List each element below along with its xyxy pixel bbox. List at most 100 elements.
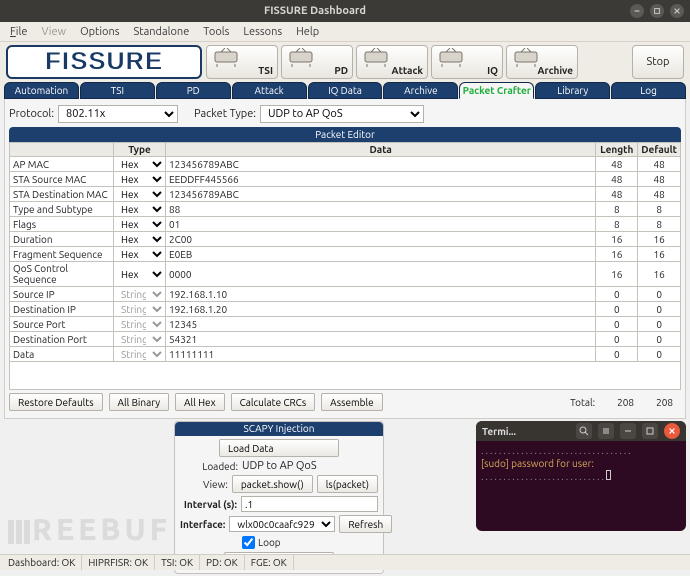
field-name: Source IP [10,287,114,302]
length-cell: 8 [596,217,638,232]
table-row: QoS Control SequenceHex00001616 [10,262,681,287]
restore-defaults-button[interactable]: Restore Defaults [9,393,103,411]
table-row: Source PortString1234500 [10,317,681,332]
loaded-label: Loaded: [180,461,238,472]
view-ls-packet-button[interactable]: ls(packet) [317,475,378,493]
menu-lessons[interactable]: Lessons [237,24,288,40]
assemble-button[interactable]: Assemble [321,393,382,411]
default-cell: 0 [638,287,681,302]
table-row: DurationHex2C001616 [10,232,681,247]
data-cell[interactable]: 192.168.1.20 [166,302,596,317]
tab-pd[interactable]: PD [156,82,231,99]
type-select[interactable]: String [114,287,165,301]
data-cell[interactable]: 01 [166,217,596,232]
menu-options[interactable]: Options [74,24,125,40]
type-select[interactable]: String [114,302,165,316]
field-name: Destination Port [10,332,114,347]
tab-attack[interactable]: Attack [232,82,307,99]
type-select[interactable]: Hex [114,187,165,201]
menu-view[interactable]: View [35,24,72,40]
scapy-injection-box: SCAPY Injection Load Data Loaded:UDP to … [174,421,384,574]
menu-icon[interactable] [598,423,614,439]
type-select[interactable]: Hex [114,267,165,281]
default-cell: 0 [638,302,681,317]
length-cell: 8 [596,202,638,217]
data-cell[interactable]: 192.168.1.10 [166,287,596,302]
tab-archive[interactable]: Archive [383,82,458,99]
default-cell: 0 [638,317,681,332]
data-cell[interactable]: EEDDFF445566 [166,172,596,187]
type-select[interactable]: Hex [114,157,165,171]
all-hex-button[interactable]: All Hex [175,393,225,411]
data-cell[interactable]: 2C00 [166,232,596,247]
search-icon[interactable] [576,423,592,439]
data-cell[interactable]: 54321 [166,332,596,347]
field-name: Source Port [10,317,114,332]
data-cell[interactable]: 12345 [166,317,596,332]
calculate-crcs-button[interactable]: Calculate CRCs [231,393,316,411]
interval-input[interactable] [241,496,378,512]
status-segment: TSI: OK [155,555,200,570]
archive-button[interactable]: Archive [506,45,578,79]
default-cell: 0 [638,332,681,347]
field-name: Destination IP [10,302,114,317]
protocol-select[interactable]: 802.11x [58,105,178,123]
data-cell[interactable]: 0000 [166,262,596,287]
maximize-icon[interactable] [642,423,658,439]
type-select[interactable]: Hex [114,247,165,261]
pd-button[interactable]: PD [281,45,353,79]
total-default: 208 [656,397,673,408]
tab-tsi[interactable]: TSI [80,82,155,99]
load-data-button[interactable]: Load Data [219,439,339,457]
data-cell[interactable]: E0EB [166,247,596,262]
view-packet-show-button[interactable]: packet.show() [232,475,313,493]
type-select[interactable]: String [114,347,165,361]
interface-select[interactable]: wlx00c0caafc929 [229,516,335,532]
menu-help[interactable]: Help [290,24,325,40]
view-label: View: [180,479,228,490]
iq-button[interactable]: IQ [431,45,503,79]
tab-automation[interactable]: Automation [4,82,79,99]
data-cell[interactable]: 88 [166,202,596,217]
data-cell[interactable]: 11111111 [166,347,596,362]
type-select[interactable]: Hex [114,217,165,231]
tab-library[interactable]: Library [535,82,610,99]
length-cell: 48 [596,187,638,202]
packet-type-label: Packet Type: [194,108,256,120]
tab-log[interactable]: Log [611,82,686,99]
tab-packet-crafter[interactable]: Packet Crafter [459,82,534,99]
logo: FISSURE [6,45,202,79]
table-row: AP MACHex123456789ABC4848 [10,157,681,172]
loop-checkbox[interactable]: Loop [242,536,281,549]
type-select[interactable]: String [114,317,165,331]
close-icon[interactable] [664,423,680,439]
all-binary-button[interactable]: All Binary [109,393,170,411]
minimize-icon[interactable] [620,423,636,439]
stop-button[interactable]: Stop [632,45,684,79]
default-cell: 0 [638,347,681,362]
type-select[interactable]: Hex [114,232,165,246]
default-cell: 16 [638,247,681,262]
menu-file[interactable]: File [4,24,33,40]
refresh-button[interactable]: Refresh [339,515,392,533]
maximize-button[interactable] [650,4,664,18]
menu-tools[interactable]: Tools [197,24,235,40]
attack-button[interactable]: Attack [356,45,428,79]
length-cell: 0 [596,347,638,362]
minimize-button[interactable] [630,4,644,18]
field-name: STA Source MAC [10,172,114,187]
tsi-button[interactable]: TSI [206,45,278,79]
tab-iq-data[interactable]: IQ Data [308,82,383,99]
terminal-body[interactable]: .................................. [sudo… [476,441,686,486]
type-select[interactable]: String [114,332,165,346]
default-cell: 8 [638,217,681,232]
type-select[interactable]: Hex [114,172,165,186]
menubar: File View Options Standalone Tools Lesso… [0,22,690,42]
terminal-window[interactable]: Termi... ...............................… [476,421,686,531]
menu-standalone[interactable]: Standalone [128,24,196,40]
type-select[interactable]: Hex [114,202,165,216]
packet-type-select[interactable]: UDP to AP QoS [260,105,424,123]
data-cell[interactable]: 123456789ABC [166,187,596,202]
data-cell[interactable]: 123456789ABC [166,157,596,172]
close-button[interactable] [670,4,684,18]
